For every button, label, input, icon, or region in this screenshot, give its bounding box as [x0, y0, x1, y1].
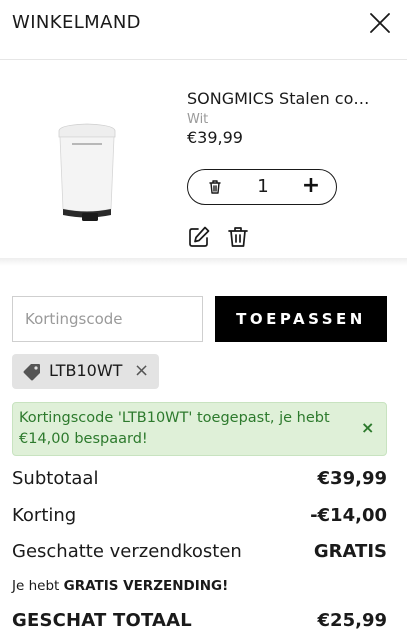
product-image[interactable] [52, 117, 122, 227]
applied-coupon-tag: LTB10WT × [12, 354, 159, 389]
shipping-row: Geschatte verzendkosten GRATIS [12, 541, 387, 567]
coupon-input[interactable] [12, 296, 203, 342]
quantity-value[interactable]: 1 [248, 176, 278, 197]
cart-header: WINKELMAND [0, 0, 407, 60]
discount-value: -€14,00 [310, 505, 387, 526]
shipping-label: Geschatte verzendkosten [12, 541, 242, 562]
total-value: €25,99 [317, 610, 387, 631]
product-name[interactable]: SONGMICS Stalen co… [187, 89, 392, 108]
close-icon[interactable] [367, 10, 393, 36]
plus-icon[interactable]: + [300, 175, 322, 197]
free-shipping-emphasis: GRATIS VERZENDING! [63, 578, 229, 594]
apply-coupon-button[interactable]: TOEPASSEN [215, 296, 387, 342]
applied-coupon-code: LTB10WT [49, 361, 123, 380]
discount-label: Korting [12, 505, 77, 526]
subtotal-label: Subtotaal [12, 468, 99, 489]
notice-close-icon[interactable]: × [361, 418, 374, 437]
cart-item: SONGMICS Stalen co… Wit €39,99 1 + [0, 61, 407, 257]
shipping-value: GRATIS [313, 541, 387, 562]
remove-coupon-icon[interactable]: × [134, 360, 149, 381]
tag-icon [22, 362, 42, 382]
quantity-stepper: 1 + [187, 169, 337, 205]
discount-row: Korting -€14,00 [12, 505, 387, 531]
subtotal-value: €39,99 [317, 468, 387, 489]
coupon-success-notice: Kortingscode 'LTB10WT' toegepast, je heb… [12, 402, 387, 456]
trash-icon[interactable] [226, 225, 250, 249]
free-shipping-prefix: Je hebt [12, 578, 64, 594]
product-variant: Wit [187, 112, 209, 127]
subtotal-row: Subtotaal €39,99 [12, 468, 387, 494]
total-label: GESCHAT TOTAAL [12, 610, 192, 631]
notice-text: Kortingscode 'LTB10WT' toegepast, je heb… [19, 410, 330, 447]
cart-title: WINKELMAND [12, 12, 141, 33]
product-price: €39,99 [187, 128, 243, 147]
free-shipping-message: Je hebt GRATIS VERZENDING! [12, 578, 228, 594]
section-divider [0, 258, 407, 266]
edit-icon[interactable] [187, 225, 211, 249]
quantity-remove-icon[interactable] [206, 178, 224, 196]
